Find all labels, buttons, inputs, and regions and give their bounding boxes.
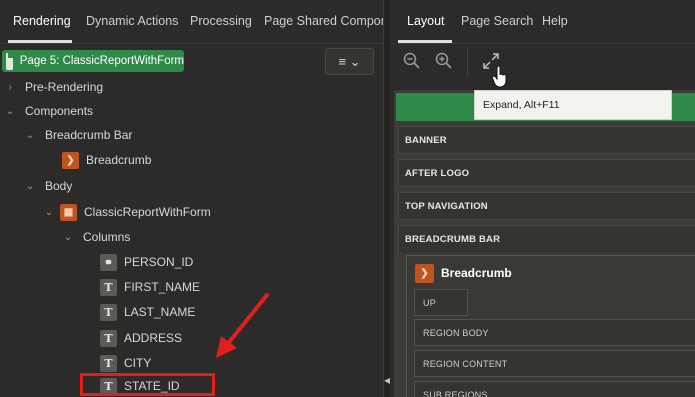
chevron-down-icon[interactable]: ⌄	[43, 207, 55, 218]
tree-item-label: PERSON_ID	[124, 255, 194, 269]
breadcrumb-icon: ❯	[62, 151, 79, 169]
expand-tooltip: Expand, Alt+F11	[474, 90, 672, 120]
tree-item-label: Components	[25, 104, 94, 118]
tree-item-columns[interactable]: ⌄ Columns	[62, 226, 131, 248]
breadcrumb-region-card[interactable]: ❯ Breadcrumb UP REGION BODY REGION CONTE…	[406, 255, 695, 397]
tree-item-label: CITY	[124, 356, 152, 370]
tree-item-column[interactable]: T ADDRESS	[100, 327, 182, 349]
slot-sub-regions[interactable]: SUB REGIONS	[414, 381, 695, 397]
tree-menu-button[interactable]: ≡ ⌄	[325, 48, 374, 75]
tree-item-column[interactable]: T CITY	[100, 352, 151, 374]
text-column-icon: T	[100, 354, 117, 372]
tree-item-label: Breadcrumb	[86, 153, 152, 167]
tree-item-label: LAST_NAME	[124, 305, 196, 319]
tree-item-label: ADDRESS	[124, 331, 183, 345]
text-column-icon: T	[100, 329, 117, 347]
tree-item-column[interactable]: T FIRST_NAME	[100, 276, 200, 298]
page-icon	[6, 52, 13, 70]
layout-pane: Layout Page Search Help Expand, Alt+F11 …	[390, 0, 695, 397]
page-node-label: Page 5: ClassicReportWithForm	[19, 55, 184, 67]
chevron-down-icon[interactable]: ⌄	[24, 181, 36, 192]
text-column-icon: T	[100, 278, 117, 296]
link-icon: ⚭	[100, 253, 117, 271]
tab-processing[interactable]: Processing	[190, 14, 252, 28]
slot-region-content[interactable]: REGION CONTENT	[414, 350, 695, 377]
tree-item-column[interactable]: ⚭ PERSON_ID	[100, 251, 193, 273]
tab-page-shared-components[interactable]: Page Shared Componen	[264, 14, 383, 28]
tab-layout[interactable]: Layout	[407, 14, 445, 28]
position-after-logo[interactable]: AFTER LOGO	[398, 159, 695, 187]
tree-item-label: FIRST_NAME	[124, 280, 201, 294]
chevron-down-icon[interactable]: ⌄	[4, 106, 16, 117]
tree-item-label: Pre-Rendering	[25, 80, 104, 94]
report-icon: ▦	[60, 203, 77, 221]
page-node[interactable]: Page 5: ClassicReportWithForm	[2, 50, 184, 72]
tree-item-breadcrumb[interactable]: ❯ Breadcrumb	[62, 149, 151, 171]
rendering-pane: Rendering Dynamic Actions Processing Pag…	[0, 0, 383, 397]
slot-up[interactable]: UP	[414, 289, 468, 316]
region-header: ❯ Breadcrumb	[415, 263, 512, 283]
active-tab-indicator	[8, 40, 72, 43]
tree-item-report[interactable]: ⌄ ▦ ClassicReportWithForm	[43, 201, 211, 223]
chevron-down-icon[interactable]: ⌄	[24, 130, 36, 141]
tree-item-label: Body	[45, 179, 73, 193]
tree-item-body[interactable]: ⌄ Body	[24, 175, 73, 197]
red-arrow-annotation	[216, 293, 269, 358]
tab-rendering[interactable]: Rendering	[13, 14, 71, 28]
breadcrumb-icon: ❯	[415, 263, 434, 283]
tree-item-column[interactable]: T LAST_NAME	[100, 301, 195, 323]
tree-item-label: Columns	[83, 230, 131, 244]
toolbar-divider	[467, 48, 468, 76]
position-banner[interactable]: BANNER	[398, 126, 695, 154]
tab-dynamic-actions[interactable]: Dynamic Actions	[86, 14, 178, 28]
position-breadcrumb-bar[interactable]: BREADCRUMB BAR	[398, 225, 695, 253]
tree-item-breadcrumb-bar[interactable]: ⌄ Breadcrumb Bar	[24, 124, 133, 146]
position-top-navigation[interactable]: TOP NAVIGATION	[398, 192, 695, 220]
zoom-in-icon[interactable]	[435, 52, 453, 70]
tree-item-label: Breadcrumb Bar	[45, 128, 133, 142]
tab-bar-divider	[390, 43, 695, 44]
tree-item-pre-rendering[interactable]: › Pre-Rendering	[4, 76, 103, 98]
tree-item-label: ClassicReportWithForm	[84, 205, 211, 219]
text-column-icon: T	[100, 303, 117, 321]
pane-splitter[interactable]: ◀	[383, 0, 390, 397]
tree-item-components[interactable]: ⌄ Components	[4, 100, 93, 122]
region-title: Breadcrumb	[441, 266, 512, 280]
left-tab-bar: Rendering Dynamic Actions Processing Pag…	[0, 0, 383, 44]
highlight-box	[80, 373, 215, 396]
hand-cursor-icon	[492, 66, 507, 88]
tab-page-search[interactable]: Page Search	[461, 14, 533, 28]
zoom-out-icon[interactable]	[403, 52, 421, 70]
chevron-down-icon[interactable]: ⌄	[62, 232, 74, 243]
chevron-right-icon[interactable]: ›	[4, 82, 16, 93]
slot-region-body[interactable]: REGION BODY	[414, 319, 695, 346]
tab-help[interactable]: Help	[542, 14, 568, 28]
